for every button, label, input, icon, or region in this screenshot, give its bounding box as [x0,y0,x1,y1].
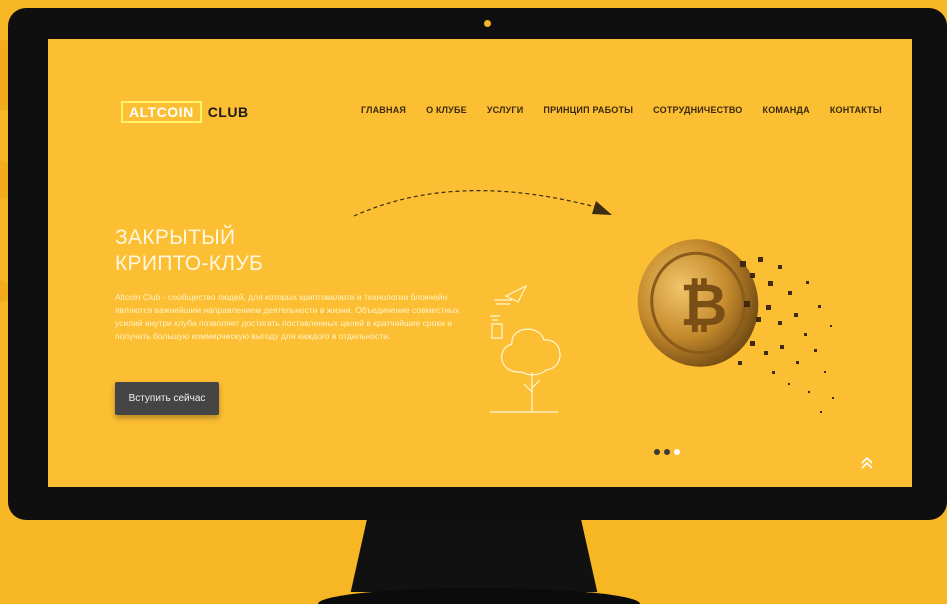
join-now-button[interactable]: Вступить сейчас [115,382,219,415]
nav-item-how-it-works[interactable]: ПРИНЦИП РАБОТЫ [543,105,633,115]
hero-description: Altcoin Club - сообщество людей, для кот… [115,292,460,341]
svg-text:₿: ₿ [680,271,727,339]
scroll-top-icon[interactable] [860,456,874,470]
slider-dot-active[interactable] [674,449,680,455]
nav-item-about[interactable]: О КЛУБЕ [426,105,467,115]
bitcoin-coin-icon: ₿ [618,221,850,427]
nav-item-cooperation[interactable]: СОТРУДНИЧЕСТВО [653,105,742,115]
website-screen: ALTCOIN CLUB ГЛАВНАЯ О КЛУБЕ УСЛУГИ ПРИН… [48,39,912,487]
nav-item-team[interactable]: КОМАНДА [763,105,810,115]
slider-dots [654,449,680,455]
hero-title: ЗАКРЫТЫЙ КРИПТО-КЛУБ [115,225,263,277]
hero-title-line2: КРИПТО-КЛУБ [115,252,264,275]
logo-altcoin: ALTCOIN [121,101,202,123]
nav-item-contacts[interactable]: КОНТАКТЫ [830,105,882,115]
hero-title-line1: ЗАКРЫТЫЙ [115,226,236,249]
logo-club: CLUB [207,104,249,120]
slider-dot[interactable] [654,449,660,455]
tree-sketch-icon [490,284,561,413]
nav-item-services[interactable]: УСЛУГИ [487,105,524,115]
monitor-frame: ALTCOIN CLUB ГЛАВНАЯ О КЛУБЕ УСЛУГИ ПРИН… [8,8,947,520]
monitor-stand [350,520,598,592]
dashed-arrow-decoration [353,190,612,217]
camera-dot [484,20,491,27]
slider-dot[interactable] [664,449,670,455]
nav-item-home[interactable]: ГЛАВНАЯ [361,105,406,115]
main-nav: ГЛАВНАЯ О КЛУБЕ УСЛУГИ ПРИНЦИП РАБОТЫ СО… [361,105,882,115]
site-logo[interactable]: ALTCOIN CLUB [121,101,249,123]
